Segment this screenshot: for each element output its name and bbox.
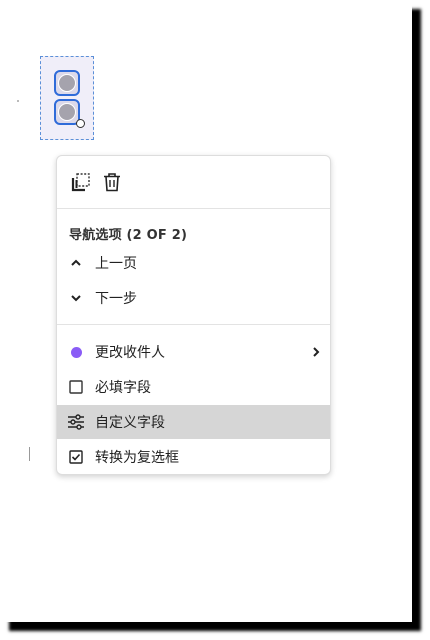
menu-item-label: 自定义字段: [95, 415, 165, 431]
menu-toolbar: [57, 156, 330, 208]
menu-item-required-field[interactable]: 必填字段: [57, 370, 330, 404]
radio-group-field[interactable]: [40, 56, 94, 140]
menu-item-label: 转换为复选框: [95, 450, 179, 466]
recipient-color-dot: [57, 346, 95, 358]
duplicate-icon[interactable]: [70, 171, 92, 193]
menu-item-previous-page[interactable]: 上一页: [57, 246, 330, 280]
navigation-section-title: 导航选项 (2 OF 2): [69, 228, 188, 243]
menu-item-change-recipient[interactable]: 更改收件人: [57, 335, 330, 369]
resize-handle[interactable]: [76, 119, 85, 128]
chevron-down-icon: [57, 292, 95, 304]
menu-item-custom-field[interactable]: 自定义字段: [57, 405, 330, 439]
radio-dot: [58, 74, 76, 92]
menu-item-label: 上一页: [95, 256, 137, 272]
menu-divider: [57, 324, 330, 325]
menu-item-label: 更改收件人: [95, 345, 165, 361]
document-page: 导航选项 (2 OF 2) 上一页 下一步 更改收件人 必填字段 自定义字段 转…: [0, 0, 412, 622]
chevron-right-icon: [302, 346, 330, 358]
page-margin-mark: [29, 447, 30, 461]
trash-icon[interactable]: [101, 171, 123, 193]
menu-item-label: 必填字段: [95, 380, 151, 396]
menu-item-label: 下一步: [95, 291, 137, 307]
menu-divider: [57, 208, 330, 209]
menu-item-next-step[interactable]: 下一步: [57, 281, 330, 315]
radio-dot: [58, 103, 76, 121]
page-artifact: [17, 100, 19, 102]
radio-button-1[interactable]: [54, 70, 80, 96]
context-menu: 导航选项 (2 OF 2) 上一页 下一步 更改收件人 必填字段 自定义字段 转…: [56, 155, 331, 475]
checkbox-checked-icon: [57, 450, 95, 464]
recipient-dot: [70, 346, 82, 358]
chevron-up-icon: [57, 257, 95, 269]
checkbox-unchecked-icon: [57, 380, 95, 394]
menu-item-convert-to-checkbox[interactable]: 转换为复选框: [57, 440, 330, 474]
sliders-icon: [57, 414, 95, 430]
